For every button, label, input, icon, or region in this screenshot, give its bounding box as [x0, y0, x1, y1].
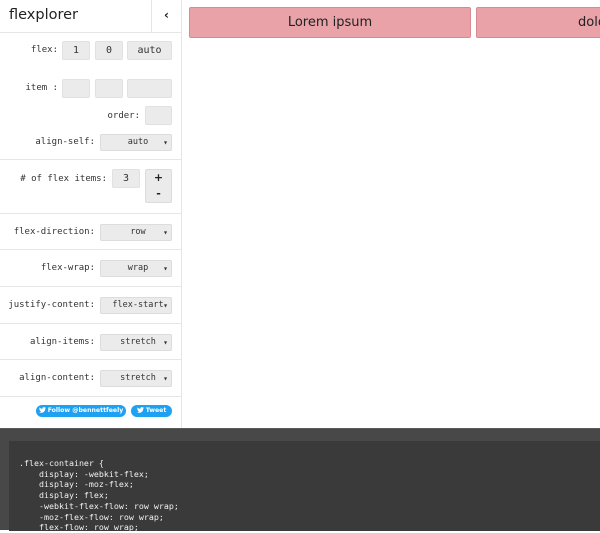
- sidebar-header: flexplorer ‹: [0, 0, 181, 33]
- flex-wrap-select[interactable]: wrap ▾: [100, 260, 172, 277]
- align-items-row: align-items: stretch ▾: [0, 324, 181, 360]
- code-line: display: -webkit-flex;: [19, 468, 149, 479]
- follow-button[interactable]: Follow @bennettfeely: [36, 405, 126, 417]
- item-input-1[interactable]: [62, 79, 90, 98]
- flex-container-preview: Lorem ipsum dolo: [183, 0, 600, 428]
- flex-wrap-row: flex-wrap: wrap ▾: [0, 250, 181, 287]
- chevron-down-icon: ▾: [163, 301, 168, 310]
- chevron-down-icon: ▾: [163, 264, 168, 273]
- flex-basis-input[interactable]: auto: [127, 41, 172, 60]
- align-content-value: stretch: [120, 373, 156, 383]
- code-line: -moz-flex-flow: row wrap;: [19, 511, 164, 522]
- flex-wrap-value: wrap: [127, 263, 149, 273]
- item-input-2[interactable]: [95, 79, 123, 98]
- flex-label: flex:: [30, 45, 58, 55]
- order-input[interactable]: [145, 106, 172, 125]
- flex-items-stepper: + -: [145, 169, 172, 203]
- flex-grow-input[interactable]: 1: [62, 41, 90, 60]
- item-input-3[interactable]: [127, 79, 172, 98]
- flex-item-2[interactable]: dolo: [476, 7, 600, 38]
- code-line: flex-flow: row wrap;: [19, 522, 139, 533]
- code-line: display: flex;: [19, 490, 109, 501]
- code-panel: .flex-container { display: -webkit-flex;…: [0, 428, 600, 533]
- align-items-select[interactable]: stretch ▾: [100, 334, 172, 351]
- align-items-value: stretch: [120, 337, 156, 347]
- item-label: item :: [25, 83, 58, 93]
- align-content-select[interactable]: stretch ▾: [100, 370, 172, 387]
- code-line: .flex-container {: [19, 458, 104, 468]
- flex-direction-label: flex-direction:: [13, 227, 95, 237]
- align-self-value: auto: [127, 137, 149, 147]
- align-content-label: align-content:: [19, 373, 95, 383]
- social-row: Follow @bennettfeely Tweet: [0, 397, 181, 427]
- justify-content-label: justify-content:: [8, 300, 95, 310]
- tweet-label: Tweet: [145, 407, 167, 414]
- flex-items-label: # of flex items:: [20, 174, 107, 184]
- remove-item-button[interactable]: -: [146, 186, 171, 202]
- flex-wrap-label: flex-wrap:: [40, 263, 95, 273]
- flex-direction-row: flex-direction: row ▾: [0, 214, 181, 250]
- align-content-row: align-content: stretch ▾: [0, 360, 181, 397]
- app-title: flexplorer: [9, 7, 79, 23]
- justify-content-value: flex-start: [112, 300, 164, 310]
- flex-shrink-input[interactable]: 0: [95, 41, 123, 60]
- twitter-bird-icon: [136, 407, 144, 413]
- align-self-select[interactable]: auto ▾: [100, 134, 172, 151]
- tweet-button[interactable]: Tweet: [131, 405, 172, 417]
- align-items-label: align-items:: [29, 337, 95, 347]
- add-item-button[interactable]: +: [146, 170, 171, 186]
- flex-direction-value: row: [130, 227, 146, 237]
- chevron-down-icon: ▾: [163, 228, 168, 237]
- flex-items-count[interactable]: 3: [112, 169, 140, 188]
- flex-direction-select[interactable]: row ▾: [100, 224, 172, 241]
- code-line: display: -moz-flex;: [19, 479, 134, 490]
- flex-items-section: # of flex items: 3 + -: [0, 160, 181, 214]
- chevron-down-icon: ▾: [163, 374, 168, 383]
- justify-content-row: justify-content: flex-start ▾: [0, 287, 181, 324]
- justify-content-select[interactable]: flex-start ▾: [100, 297, 172, 314]
- twitter-bird-icon: [38, 407, 46, 413]
- chevron-down-icon: ▾: [163, 338, 168, 347]
- align-self-label: align-self:: [35, 137, 95, 147]
- item-settings-section: flex: 1 0 auto item : order: align-self:…: [0, 33, 181, 160]
- css-output: .flex-container { display: -webkit-flex;…: [19, 458, 179, 533]
- sidebar: flexplorer ‹ flex: 1 0 auto item : order…: [0, 0, 182, 428]
- follow-label: Follow @bennettfeely: [47, 407, 124, 414]
- collapse-sidebar-button[interactable]: ‹: [151, 0, 181, 32]
- order-label: order:: [107, 111, 140, 121]
- chevron-down-icon: ▾: [163, 138, 168, 147]
- code-line: -webkit-flex-flow: row wrap;: [19, 500, 179, 511]
- flex-item-1[interactable]: Lorem ipsum: [189, 7, 471, 38]
